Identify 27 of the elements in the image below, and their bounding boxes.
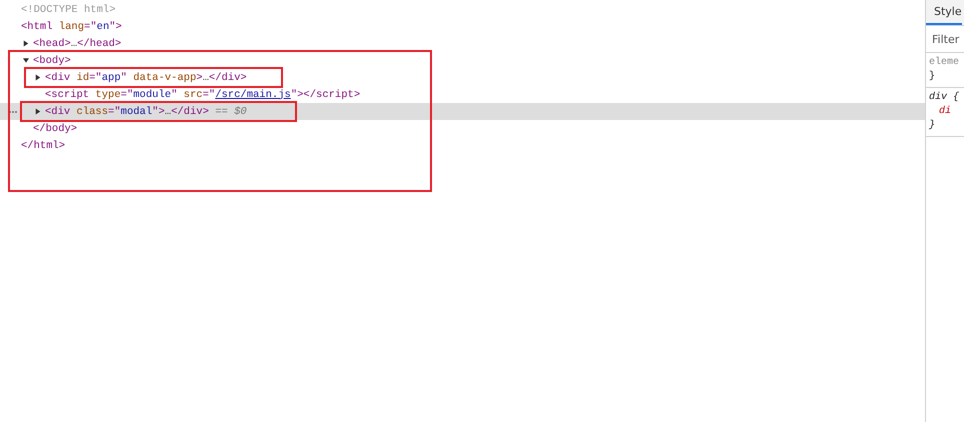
filter-field[interactable]: Filter (926, 32, 964, 46)
code-line: <div id="app" data-v-app>…</div> (45, 72, 247, 84)
triangle-icon[interactable] (23, 57, 29, 64)
code-line: <body> (33, 54, 71, 66)
style-rule-line: div { (929, 91, 960, 105)
tree-row[interactable]: <html lang="en"> (0, 18, 925, 35)
triangle-icon[interactable] (35, 108, 41, 115)
style-rule-line: } (929, 70, 936, 84)
tree-row[interactable]: <body> (0, 52, 925, 69)
code-line: <div class="modal">…</div> == $0 (45, 106, 247, 118)
tree-row[interactable]: <head>…</head> (0, 35, 925, 52)
tree-row[interactable]: </body> (0, 120, 925, 137)
tree-row[interactable]: <script type="module" src="/src/main.js"></script> (0, 86, 925, 103)
tree-row[interactable]: <div class="modal">…</div> == $0 (0, 103, 925, 120)
style-rule-line: di (938, 105, 952, 119)
triangle-icon[interactable] (35, 74, 41, 81)
code-line: <script type="module" src="/src/main.js"></script> (45, 88, 360, 100)
code-line: </body> (33, 122, 78, 134)
code-line: <head>…</head> (33, 38, 122, 50)
code-line: </html> (21, 140, 66, 152)
code-line: <!DOCTYPE html> (21, 4, 116, 16)
tree-row[interactable]: </html> (0, 137, 925, 154)
triangle-icon[interactable] (23, 40, 29, 47)
code-line: <html lang="en"> (21, 20, 122, 32)
style-rule-line: } (929, 119, 936, 133)
tree-row[interactable]: <div id="app" data-v-app>…</div> (0, 69, 925, 86)
style-rule-line: eleme (929, 56, 960, 70)
